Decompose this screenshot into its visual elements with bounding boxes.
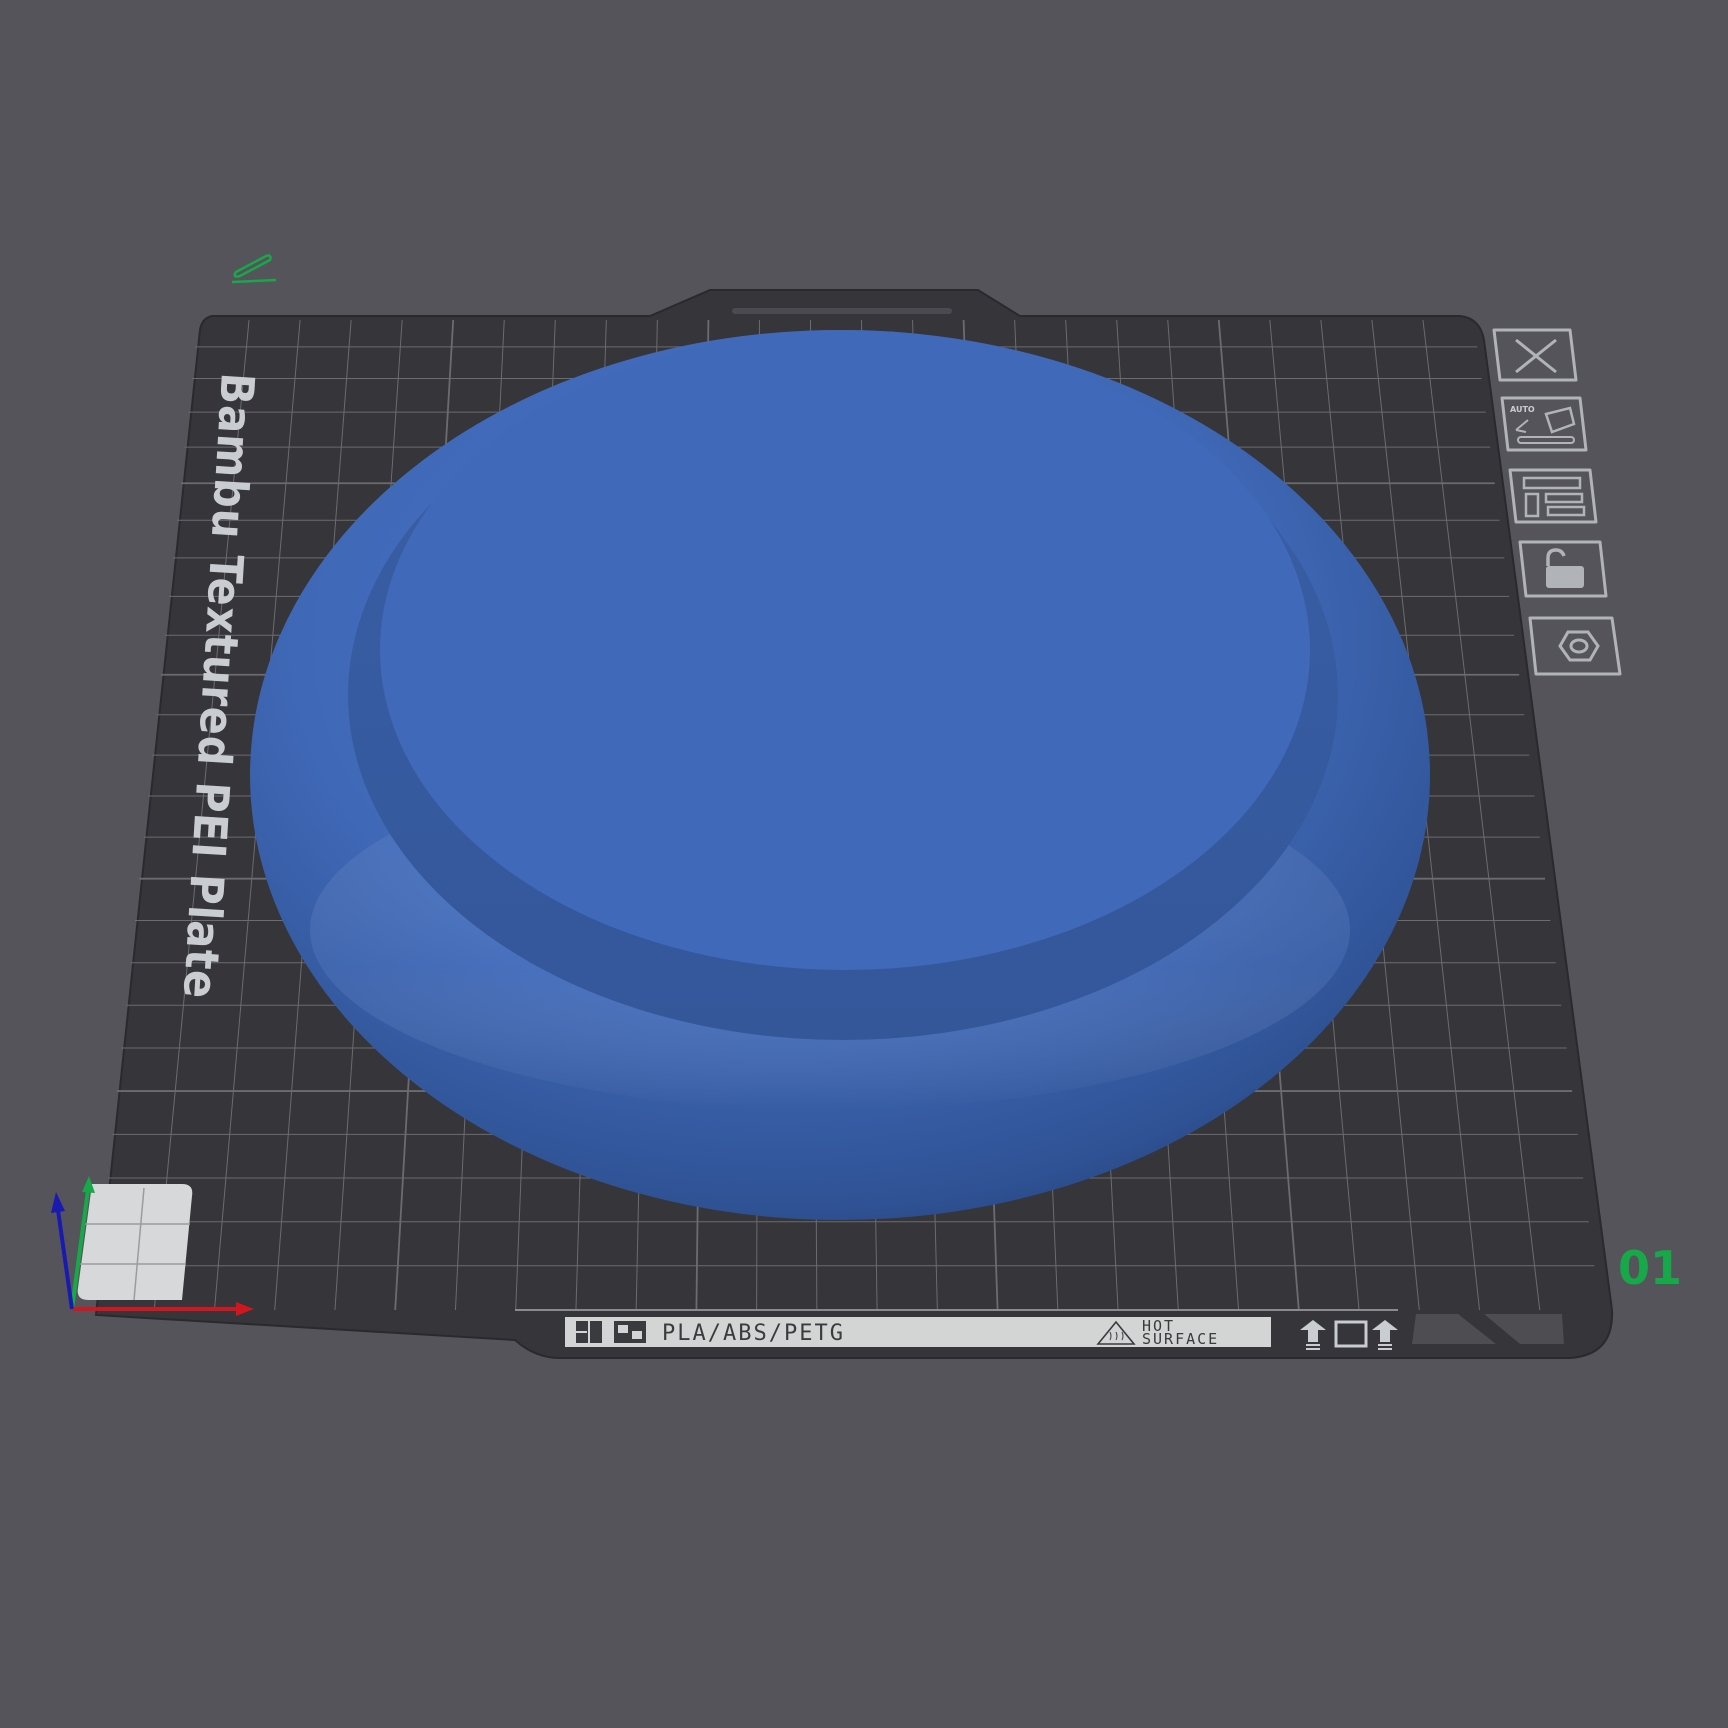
pencil-icon[interactable] — [231, 254, 277, 284]
z-axis-arrow — [51, 1192, 65, 1213]
close-icon[interactable] — [1492, 328, 1578, 382]
plate-info-strip: PLA/ABS/PETG HOT SURFACE — [565, 1317, 1271, 1348]
qr-code-icon — [614, 1321, 646, 1343]
hot-surface-line2: SURFACE — [1142, 1330, 1219, 1348]
bambu-logo-icon — [576, 1321, 602, 1343]
plate-handle-slot — [732, 308, 952, 314]
z-axis — [56, 1209, 74, 1310]
arrange-icon[interactable] — [1508, 468, 1598, 524]
plate-number-label: 01 — [1618, 1241, 1682, 1295]
auto-orient-icon[interactable]: AUTO — [1500, 396, 1588, 452]
3d-viewport[interactable]: Bambu Textured PEI Plate PLA/ABS/PETG HO… — [0, 0, 1728, 1728]
hexagon-settings-icon[interactable] — [1528, 616, 1622, 676]
unlock-icon[interactable] — [1518, 540, 1608, 598]
model-object[interactable] — [250, 330, 1430, 1220]
auto-label: AUTO — [1510, 405, 1535, 414]
scene-canvas[interactable]: Bambu Textured PEI Plate PLA/ABS/PETG HO… — [0, 0, 1728, 1728]
model-top-surface — [380, 330, 1310, 970]
plate-material-text: PLA/ABS/PETG — [662, 1321, 845, 1346]
